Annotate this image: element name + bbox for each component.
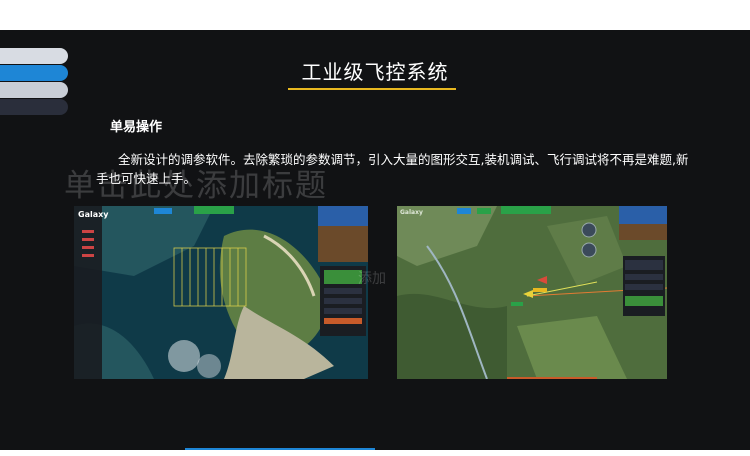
map-satellite-coast [74, 206, 368, 379]
body-text: 全新设计的调参软件。去除繁琐的参数调节，引入大量的图形交互,装机调试、飞行调试将… [96, 152, 689, 186]
map-satellite-land [397, 206, 667, 379]
placeholder-ghost-overlay: 添加 [358, 271, 386, 287]
bottom-accent-bar [185, 448, 375, 450]
galaxy-logo: Galaxy [78, 210, 109, 219]
title-underline [288, 88, 456, 90]
section-heading: 单易操作 [110, 120, 163, 135]
decor-stripe-4 [0, 99, 68, 115]
slide: 工业级飞控系统 单击此处添加标题 单易操作 全新设计的调参软件。去除繁琐的参数调… [0, 30, 750, 450]
galaxy-logo-right: Galaxy [400, 209, 423, 216]
slide-title: 工业级飞控系统 [301, 60, 449, 84]
software-screenshot-left: Galaxy [74, 206, 368, 379]
software-screenshot-right: Galaxy [397, 206, 667, 379]
